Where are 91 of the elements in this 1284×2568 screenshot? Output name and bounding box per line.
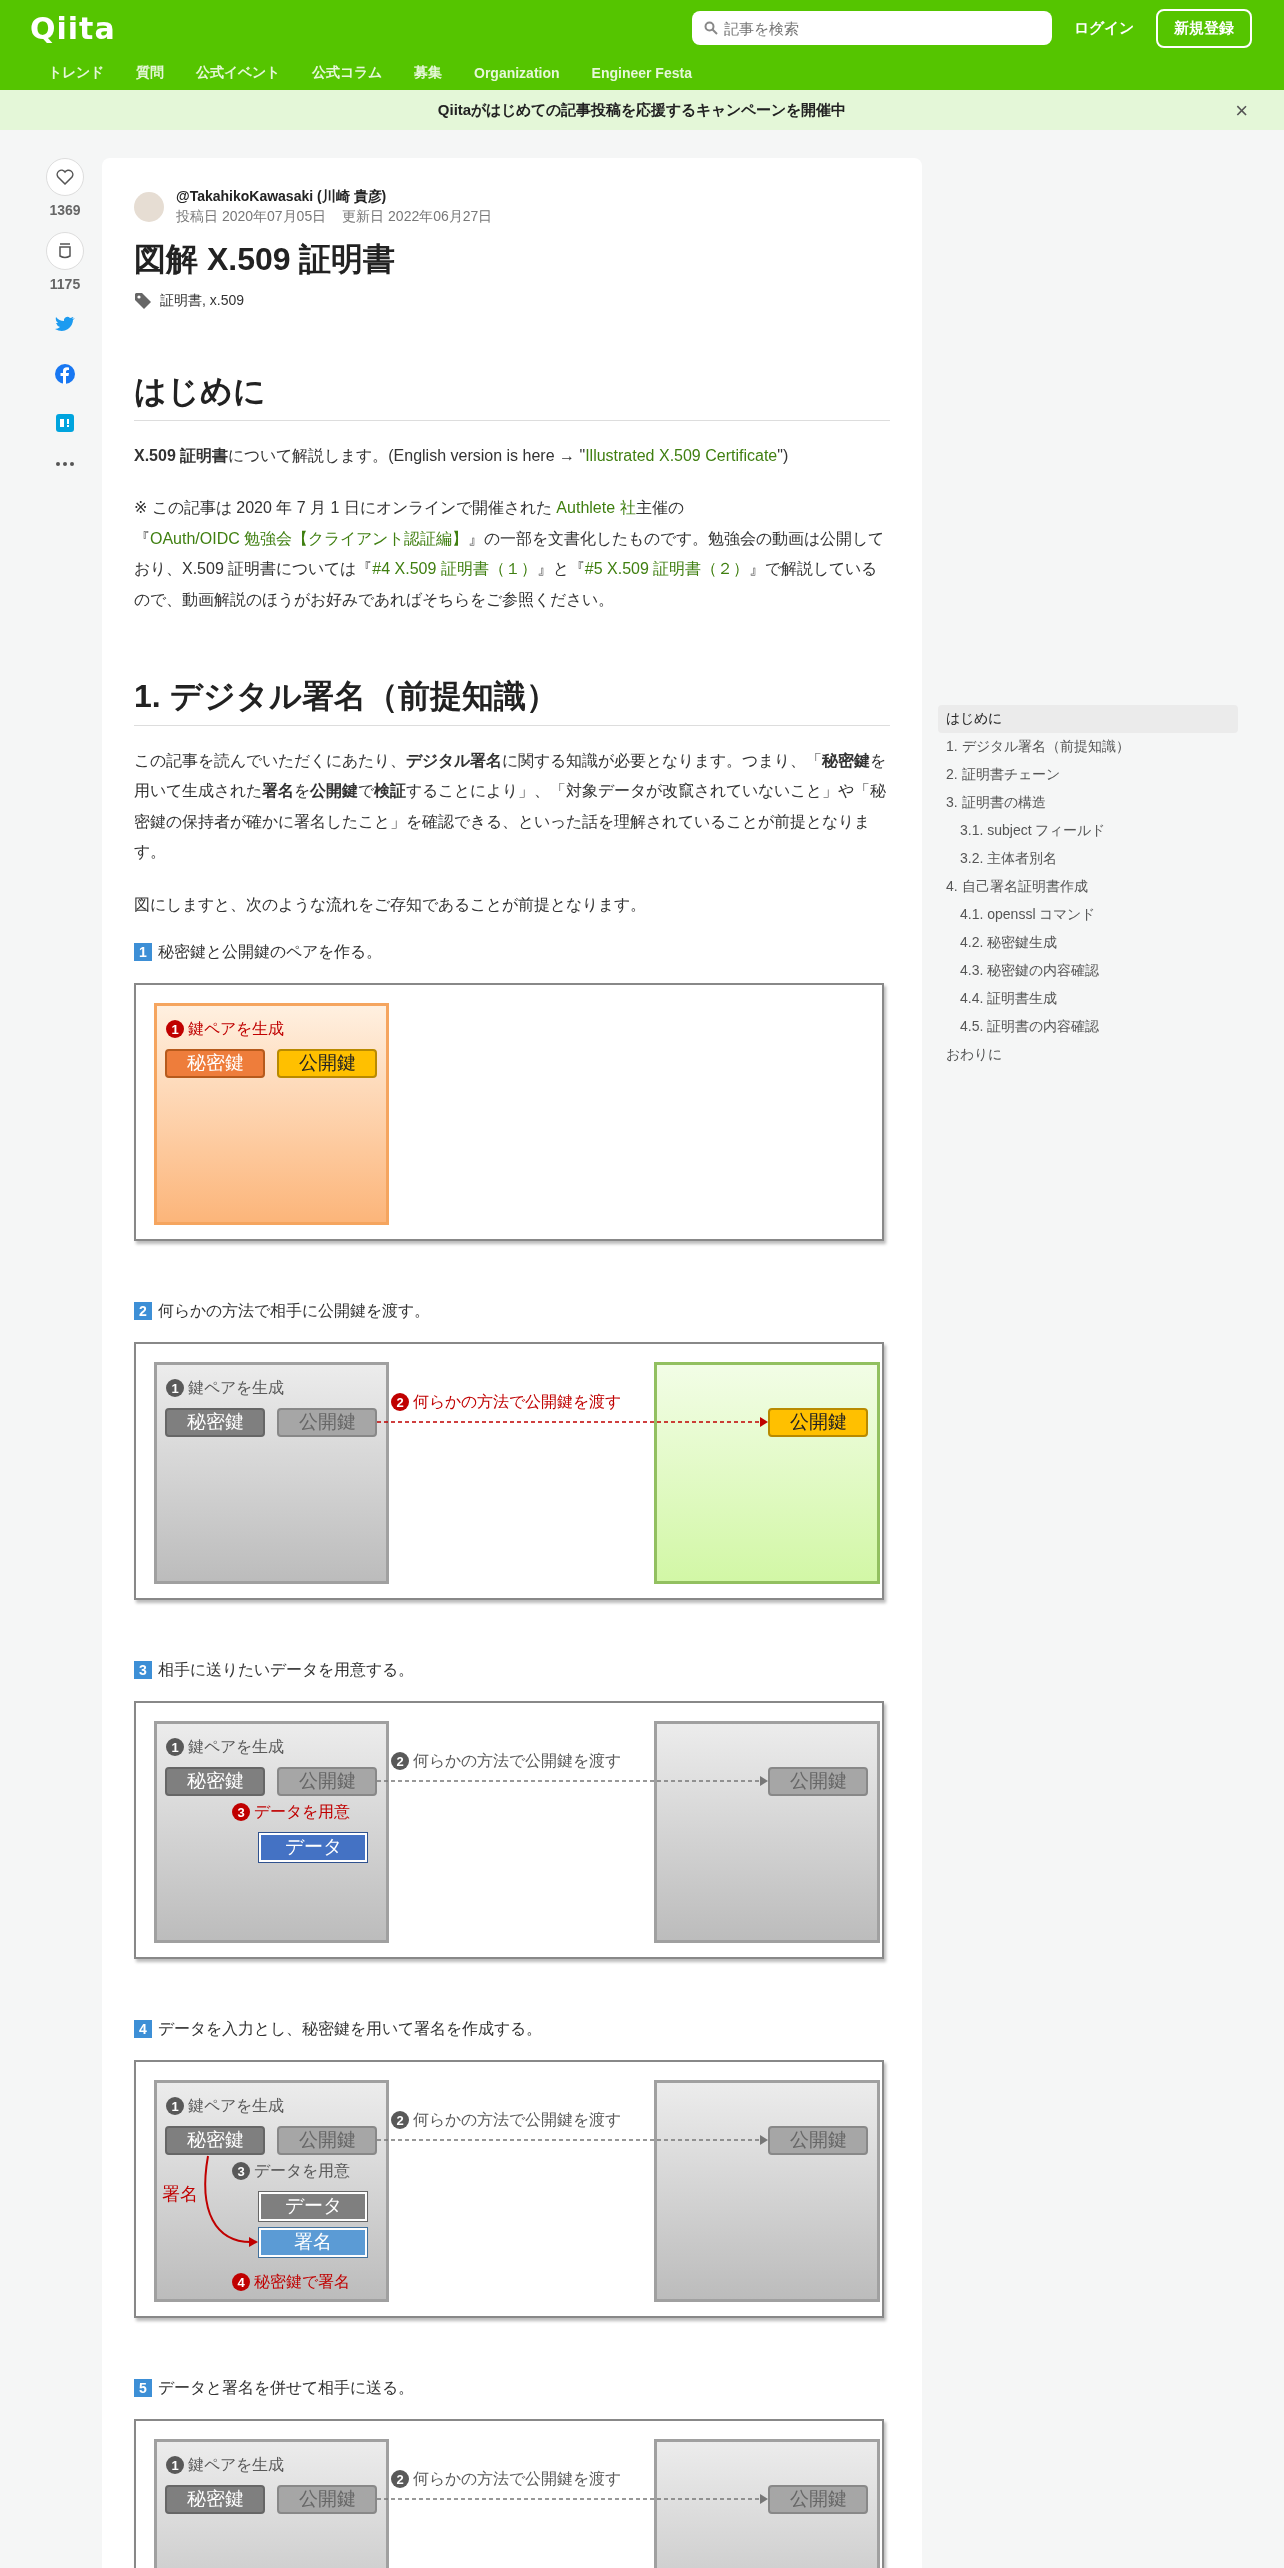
toc-item[interactable]: 4.4. 証明書生成 <box>938 985 1238 1013</box>
facebook-button[interactable] <box>55 364 75 384</box>
hatena-bookmark-icon[interactable] <box>56 414 74 432</box>
paragraph: この記事を読んでいただくにあたり、デジタル署名に関する知識が必要となります。つまり、「秘密鍵を用いて生成された署名 を公開鍵で検証することにより」、「対象データが改竄されていないこと」や「秘密鍵の保持者が確かに署名したこと」を確認できる、といった話を理解されていることが前提となります。 <box>134 750 887 863</box>
step-caption: データと署名を併せて相手に送る。 <box>158 2377 414 2398</box>
step-label: 何らかの方法で公開鍵を渡す <box>413 1391 621 1412</box>
toc-item[interactable]: 4. 自己署名証明書作成 <box>938 873 1238 901</box>
toc-item[interactable]: はじめに <box>938 705 1238 733</box>
step-label: 何らかの方法で公開鍵を渡す <box>413 2109 621 2130</box>
facebook-icon <box>55 364 75 384</box>
toc-item[interactable]: 2. 証明書チェーン <box>938 761 1238 789</box>
public-key-chip: 公開鍵 <box>277 1048 377 1078</box>
like-count: 1369 <box>49 202 81 218</box>
stock-count: 1175 <box>49 276 81 292</box>
public-key-chip: 公開鍵 <box>277 2484 377 2514</box>
step-number-icon: 2 <box>391 2111 409 2130</box>
close-button[interactable]: × <box>1231 98 1252 124</box>
more-icon[interactable] <box>56 462 74 466</box>
public-key-chip: 公開鍵 <box>277 1407 377 1437</box>
public-key-chip: 公開鍵 <box>768 2484 868 2514</box>
paragraph: 図にしますと、次のような流れをご存知であることが前提となります。 <box>134 894 647 915</box>
step-number-icon: 5 <box>134 2379 152 2398</box>
step-label: 鍵ペアを生成 <box>188 2454 284 2475</box>
tag-separator: , <box>202 292 207 308</box>
paragraph: X.509 証明書について解説します。(English version is here → "Illustrated X.509 Certificate") <box>134 446 790 466</box>
toc-item[interactable]: おわりに <box>938 1041 1238 1069</box>
signing-label: 署名 <box>162 2182 198 2206</box>
toc-item[interactable]: 4.1. openssl コマンド <box>938 901 1238 929</box>
toc-item[interactable]: 1. デジタル署名（前提知識） <box>938 733 1238 761</box>
private-key-chip: 秘密鍵 <box>165 2125 265 2155</box>
posted-date: 投稿日 2020年07月05日 <box>176 208 327 226</box>
article-link[interactable]: Illustrated X.509 Certificate <box>585 447 778 464</box>
step-number-icon: 2 <box>134 1302 152 1321</box>
step-label: 何らかの方法で公開鍵を渡す <box>413 1750 621 1771</box>
campaign-banner-text[interactable]: Qiitaがはじめての記事投稿を応援するキャンペーンを開催中 <box>437 100 847 120</box>
step-caption: 秘密鍵と公開鍵のペアを作る。 <box>158 941 382 962</box>
toc-item[interactable]: 3.2. 主体者別名 <box>938 845 1238 873</box>
public-key-chip: 公開鍵 <box>277 2125 377 2155</box>
updated-date: 更新日 2022年06月27日 <box>342 208 493 226</box>
step-number-icon: 3 <box>134 1661 152 1680</box>
step-label: 何らかの方法で公開鍵を渡す <box>413 2468 621 2489</box>
article-link[interactable]: OAuth/OIDC 勉強会【クライアント認証編】 <box>150 529 469 547</box>
tag-link[interactable]: x.509 <box>209 292 245 308</box>
article-title: 図解 X.509 証明書 <box>134 240 397 279</box>
public-key-chip: 公開鍵 <box>768 1407 868 1437</box>
private-key-chip: 秘密鍵 <box>165 1048 265 1078</box>
step-caption: 何らかの方法で相手に公開鍵を渡す。 <box>158 1300 430 1321</box>
toc-item[interactable]: 3.1. subject フィールド <box>938 817 1238 845</box>
bird-icon <box>54 316 76 334</box>
step-label: 鍵ペアを生成 <box>188 2095 284 2116</box>
toc-item[interactable]: 4.2. 秘密鍵生成 <box>938 929 1238 957</box>
step-number-icon: 2 <box>391 1752 409 1771</box>
private-key-chip: 秘密鍵 <box>165 1766 265 1796</box>
toc-item[interactable]: 4.3. 秘密鍵の内容確認 <box>938 957 1238 985</box>
toc-item[interactable]: 4.5. 証明書の内容確認 <box>938 1013 1238 1041</box>
private-key-chip: 秘密鍵 <box>165 2484 265 2514</box>
step-number-icon: 4 <box>134 2020 152 2039</box>
section-heading: 1. デジタル署名（前提知識） <box>134 674 890 726</box>
stock-icon <box>58 243 72 259</box>
stock-button[interactable] <box>46 232 84 270</box>
twitter-button[interactable] <box>54 316 76 334</box>
step-number-icon: 1 <box>134 943 152 962</box>
section-heading: はじめに <box>134 370 890 421</box>
signature-chip: 署名 <box>259 2227 367 2257</box>
paragraph: ※ この記事は 2020 年 7 月 1 日にオンラインで開催された Authlete 社主催の『OAuth/OIDC 勉強会【クライアント認証編】』の一部を文書化したものです。勉強会の動画は公開しており、X.509 証明書については『#4 X.509 証明書（１）』と『#5 X.509 証明書（２）』で解説しているので、動画解説のほうがお好みであればそちらをご参照ください。 <box>134 498 886 610</box>
like-button[interactable] <box>46 158 84 196</box>
step-label: データを用意 <box>254 1801 350 1822</box>
step-label: 鍵ペアを生成 <box>188 1736 284 1757</box>
heart-icon <box>56 169 74 185</box>
data-chip: データ <box>259 2191 367 2221</box>
search-field[interactable]: 記事を検索 <box>692 11 1052 45</box>
tag-icon <box>134 292 152 310</box>
private-key-chip: 秘密鍵 <box>165 1407 265 1437</box>
step-label: 鍵ペアを生成 <box>188 1377 284 1398</box>
public-key-chip: 公開鍵 <box>768 2125 868 2155</box>
public-key-chip: 公開鍵 <box>768 1766 868 1796</box>
step-number-icon: 2 <box>391 1393 409 1412</box>
step-label: 秘密鍵で署名 <box>254 2271 350 2292</box>
article-link[interactable]: #4 X.509 証明書（１） <box>372 560 537 578</box>
step-number-icon: 2 <box>391 2470 409 2489</box>
public-key-chip: 公開鍵 <box>277 1766 377 1796</box>
article-link[interactable]: #5 X.509 証明書（２） <box>584 560 750 578</box>
tag-link[interactable]: 証明書 <box>160 292 202 308</box>
step-caption: データを入力とし、秘密鍵を用いて署名を作成する。 <box>158 2018 542 2039</box>
toc-item[interactable]: 3. 証明書の構造 <box>938 789 1238 817</box>
step-caption: 相手に送りたいデータを用意する。 <box>158 1659 414 1680</box>
data-chip: データ <box>259 1832 367 1862</box>
author-name[interactable]: @TakahikoKawasaki (川崎 貴彦) <box>176 188 493 206</box>
step-label: 鍵ペアを生成 <box>188 1018 284 1039</box>
article-link[interactable]: Authlete 社 <box>556 499 636 517</box>
step-label: データを用意 <box>254 2160 350 2181</box>
